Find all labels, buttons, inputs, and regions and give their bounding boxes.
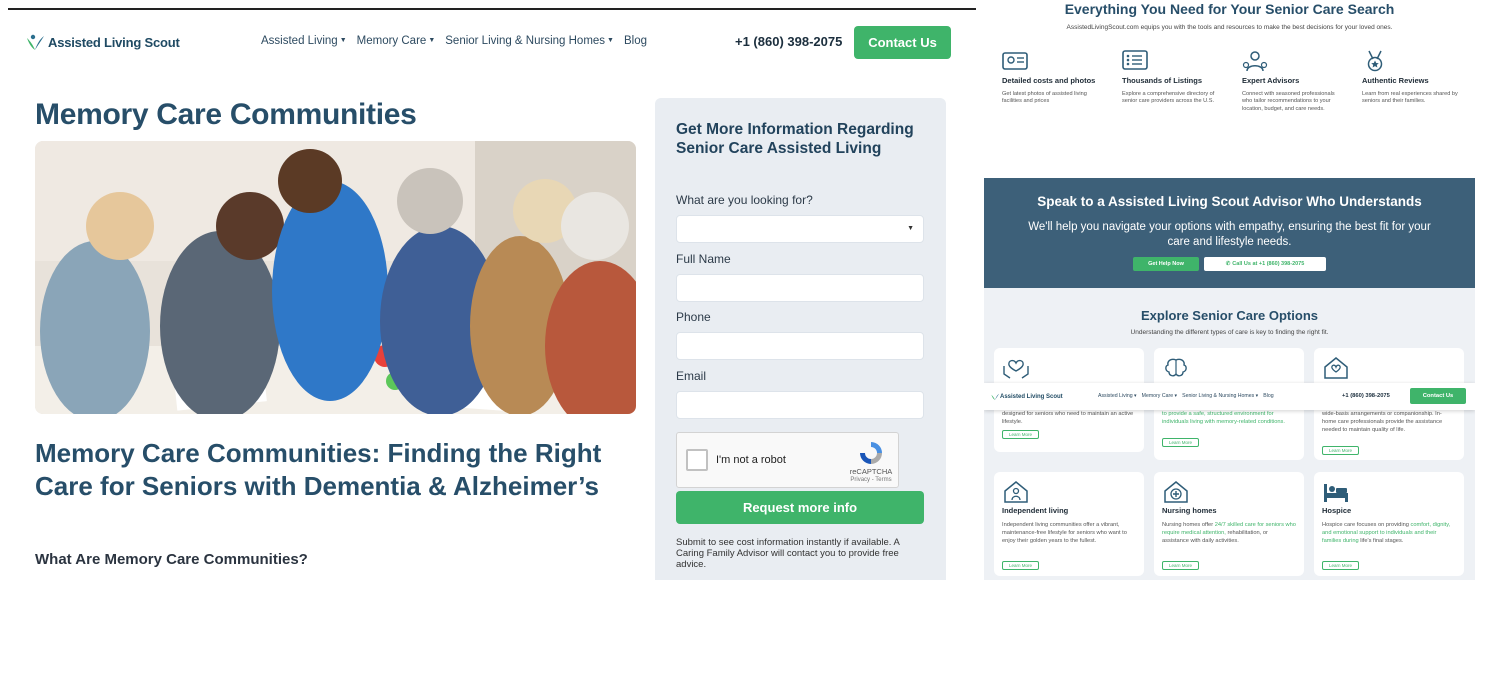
brain-icon [1165, 358, 1187, 377]
care-card-nursing-homes: Nursing homes Nursing homes offer 24/7 s… [1154, 472, 1304, 576]
recaptcha-logo-icon [860, 442, 882, 464]
feature-title: Detailed costs and photos [1002, 76, 1096, 85]
looking-for-label: What are you looking for? [676, 193, 813, 207]
site-logo[interactable]: Assisted Living Scout [24, 32, 180, 52]
menu-item-memory-care[interactable]: Memory Care ▼ [357, 35, 436, 47]
menu-item-blog[interactable]: Blog [624, 35, 647, 47]
feature-desc: Explore a comprehensive directory of sen… [1122, 90, 1215, 105]
hands-heart-icon [1003, 359, 1029, 379]
info-request-form: Get More Information Regarding Senior Ca… [655, 98, 946, 580]
form-title: Get More Information Regarding Senior Ca… [676, 121, 914, 157]
explore-subtitle: Understanding the different types of car… [1130, 329, 1329, 336]
logo-text: Assisted Living Scout [48, 34, 180, 50]
menu-item-assisted-living[interactable]: Assisted Living ▼ [261, 35, 347, 47]
chevron-down-icon: ▼ [907, 225, 914, 232]
right-page: Everything You Need for Your Senior Care… [984, 0, 1475, 580]
card-desc: designed for seniors who need to maintai… [1002, 411, 1134, 425]
learn-more-button[interactable]: Learn More [1162, 438, 1199, 447]
house-person-icon [1004, 481, 1028, 503]
advisor-title: Speak to a Assisted Living Scout Advisor… [1037, 194, 1422, 209]
feature-desc: Connect with seasoned professionals who … [1242, 90, 1335, 112]
medal-icon [1367, 50, 1383, 72]
top-navbar: Assisted Living Scout Assisted Living ▼ M… [0, 24, 976, 62]
feature-costs-photos: Detailed costs and photos Get latest pho… [1002, 50, 1102, 106]
sticky-phone-link[interactable]: +1 (860) 398-2075 [1342, 393, 1390, 399]
card-desc: Hospice care focuses on providing comfor… [1322, 522, 1451, 544]
page-title: Memory Care Communities [35, 98, 417, 131]
advisor-banner: Speak to a Assisted Living Scout Advisor… [984, 178, 1475, 288]
feature-desc: Learn from real experiences shared by se… [1362, 90, 1458, 105]
advisor-icon [1242, 51, 1268, 72]
home-heart-icon [1324, 357, 1348, 379]
card-desc: Independent living communities offer a v… [1002, 522, 1127, 544]
phone-label: Phone [676, 310, 711, 324]
sticky-menu-memory-care[interactable]: Memory Care ▾ [1142, 393, 1177, 399]
feature-listings: Thousands of Listings Explore a comprehe… [1122, 50, 1222, 106]
explore-section: Explore Senior Care Options Understandin… [984, 288, 1475, 580]
phone-field[interactable] [676, 332, 924, 360]
call-us-button[interactable]: ✆ Call Us at +1 (860) 398-2075 [1204, 257, 1326, 271]
learn-more-button[interactable]: Learn More [1162, 561, 1199, 570]
recaptcha-brand: reCAPTCHA [849, 467, 893, 476]
features-subline: AssistedLivingScout.com equips you with … [1066, 24, 1393, 31]
recaptcha-checkbox[interactable] [686, 449, 708, 471]
full-name-field[interactable] [676, 274, 924, 302]
phone-link[interactable]: +1 (860) 398-2075 [735, 34, 842, 49]
card-desc: to provide a safe, structured environmen… [1162, 411, 1285, 425]
article-title: Memory Care Communities: Finding the Rig… [35, 438, 602, 501]
top-border [8, 8, 976, 10]
feature-title: Authentic Reviews [1362, 76, 1429, 85]
main-menu: Assisted Living ▼ Memory Care ▼ Senior Liv… [261, 35, 647, 47]
contact-us-button[interactable]: Contact Us [854, 26, 951, 59]
care-card-independent-living: Independent living Independent living co… [994, 472, 1144, 576]
card-title: Nursing homes [1162, 506, 1217, 515]
learn-more-button[interactable]: Learn More [1322, 561, 1359, 570]
features-headline: Everything You Need for Your Senior Care… [1064, 1, 1395, 17]
sticky-menu-assisted-living[interactable]: Assisted Living ▾ [1098, 393, 1137, 399]
card-desc: Nursing homes offer 24/7 skilled care fo… [1162, 522, 1296, 544]
learn-more-button[interactable]: Learn More [1002, 430, 1039, 439]
bed-icon [1324, 484, 1348, 502]
sticky-menu-senior-living[interactable]: Senior Living & Nursing Homes ▾ [1182, 393, 1258, 399]
logo-icon [991, 393, 1000, 401]
full-name-label: Full Name [676, 252, 731, 266]
card-title: Independent living [1002, 506, 1069, 515]
menu-item-senior-living[interactable]: Senior Living & Nursing Homes ▼ [445, 35, 614, 47]
sticky-menu-blog[interactable]: Blog [1263, 393, 1273, 399]
learn-more-button[interactable]: Learn More [1002, 561, 1039, 570]
form-note: Submit to see cost information instantly… [676, 537, 900, 570]
medical-cross-icon [1164, 481, 1188, 503]
feature-reviews: Authentic Reviews Learn from real experi… [1362, 50, 1462, 106]
left-page: Assisted Living Scout Assisted Living ▼ M… [0, 0, 976, 580]
list-icon [1122, 50, 1148, 70]
sticky-navbar: Assisted Living Scout Assisted Living ▾ … [984, 383, 1475, 410]
looking-for-select[interactable]: ▼ [676, 215, 924, 243]
advisor-subtitle: We'll help you navigate your options wit… [1028, 221, 1431, 248]
feature-title: Thousands of Listings [1122, 76, 1202, 85]
recaptcha-links[interactable]: Privacy - Terms [847, 477, 895, 483]
get-help-button[interactable]: Get Help Now [1133, 257, 1199, 271]
explore-title: Explore Senior Care Options [1141, 308, 1318, 323]
hero-image [35, 141, 636, 414]
feature-title: Expert Advisors [1242, 76, 1300, 85]
recaptcha-label: I'm not a robot [716, 454, 786, 466]
phone-icon: ✆ [1225, 261, 1231, 267]
feature-advisors: Expert Advisors Connect with seasoned pr… [1242, 50, 1342, 113]
photo-card-icon [1002, 52, 1028, 70]
request-info-button[interactable]: Request more info [676, 491, 924, 524]
sticky-menu: Assisted Living ▾ Memory Care ▾ Senior L… [1098, 393, 1274, 399]
section-heading: What Are Memory Care Communities? [35, 551, 308, 568]
email-field[interactable] [676, 391, 924, 419]
feature-desc: Get latest photos of assisted living fac… [1002, 90, 1087, 105]
card-title: Hospice [1322, 506, 1352, 515]
card-desc: wide-basis arrangements or companionship… [1322, 411, 1443, 433]
recaptcha-widget: I'm not a robot reCAPTCHA Privacy - Term… [676, 432, 899, 488]
logo-icon [27, 34, 44, 50]
learn-more-button[interactable]: Learn More [1322, 446, 1359, 455]
care-card-hospice: Hospice Hospice care focuses on providin… [1314, 472, 1464, 576]
email-label: Email [676, 369, 707, 383]
sticky-logo[interactable]: Assisted Living Scout [990, 392, 1063, 401]
sticky-contact-button[interactable]: Contact Us [1410, 388, 1466, 404]
